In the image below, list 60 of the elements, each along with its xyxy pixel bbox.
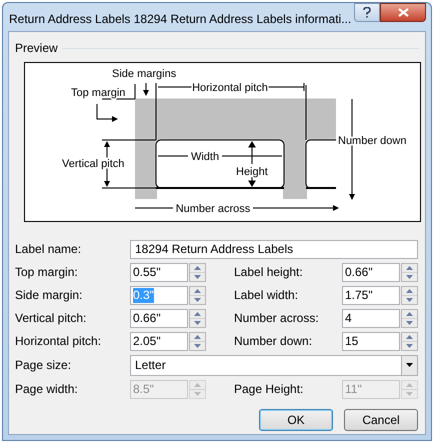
down-arrow-icon — [194, 344, 201, 348]
spin-button[interactable] — [401, 286, 418, 304]
close-icon — [398, 8, 408, 17]
window-title: Return Address Labels 18294 Return Address Labels informati... — [9, 11, 352, 28]
field-label: Number down: — [234, 334, 312, 348]
field-label: Label width: — [234, 288, 298, 302]
up-arrow-icon — [194, 266, 201, 270]
spin-button[interactable] — [189, 286, 206, 304]
field-label: Page size: — [15, 358, 72, 372]
dialog-button[interactable]: Cancel — [344, 409, 418, 431]
down-arrow-icon — [406, 320, 413, 324]
dimension-label: Width — [190, 151, 220, 163]
number-field[interactable]: 4 — [342, 308, 400, 328]
dimension-label: Horizontal pitch — [192, 82, 268, 94]
down-arrow-icon — [194, 274, 201, 278]
down-arrow-icon — [194, 320, 201, 324]
dimension-label: Number across — [176, 203, 250, 215]
field-label: Horizontal pitch: — [15, 334, 102, 348]
field-label: Label name: — [15, 242, 82, 256]
number-field[interactable]: 0.55" — [130, 262, 188, 282]
field-label: Page width: — [15, 382, 78, 396]
close-button[interactable] — [380, 3, 426, 22]
field-label: Label height: — [234, 265, 303, 279]
up-arrow-icon — [194, 334, 201, 338]
up-arrow-icon — [406, 312, 413, 316]
field-label: Side margin: — [15, 288, 82, 302]
up-arrow-icon — [194, 288, 201, 292]
down-arrow-icon — [406, 298, 413, 302]
dimension-label: Top margin — [71, 87, 126, 99]
spin-button[interactable] — [189, 332, 206, 350]
up-arrow-icon — [406, 334, 413, 338]
field-label: Page Height: — [234, 382, 304, 396]
up-arrow-icon — [406, 288, 413, 292]
up-arrow-icon — [406, 266, 413, 270]
down-arrow-icon — [194, 298, 201, 302]
number-field[interactable]: 0.66" — [342, 262, 400, 282]
number-field[interactable]: 0.66" — [130, 308, 188, 328]
up-arrow-icon — [194, 312, 201, 316]
group-title: Preview — [15, 40, 58, 57]
spin-button[interactable] — [189, 308, 206, 328]
spin-button[interactable] — [401, 332, 418, 350]
text-field[interactable]: 18294 Return Address Labels — [130, 240, 418, 258]
dimension-label: Height — [236, 166, 268, 178]
field-label: Number across: — [234, 311, 319, 325]
dialog-button[interactable]: OK — [259, 409, 333, 431]
help-icon — [363, 7, 371, 18]
spin-button[interactable] — [401, 262, 418, 282]
dimension-label: Side margins — [112, 68, 176, 80]
help-button[interactable] — [354, 3, 380, 22]
dropdown-field[interactable]: Letter — [130, 354, 418, 376]
number-field[interactable]: 15 — [342, 332, 400, 350]
down-arrow-icon — [406, 344, 413, 348]
spin-button[interactable] — [189, 262, 206, 282]
field-label: Vertical pitch: — [15, 311, 86, 325]
number-field[interactable]: 1.75" — [342, 286, 400, 304]
down-arrow-icon — [406, 274, 413, 278]
number-field[interactable]: 2.05" — [130, 332, 188, 350]
spin-button[interactable] — [401, 308, 418, 328]
caret-down-icon — [406, 363, 413, 367]
field-label: Top margin: — [15, 265, 78, 279]
